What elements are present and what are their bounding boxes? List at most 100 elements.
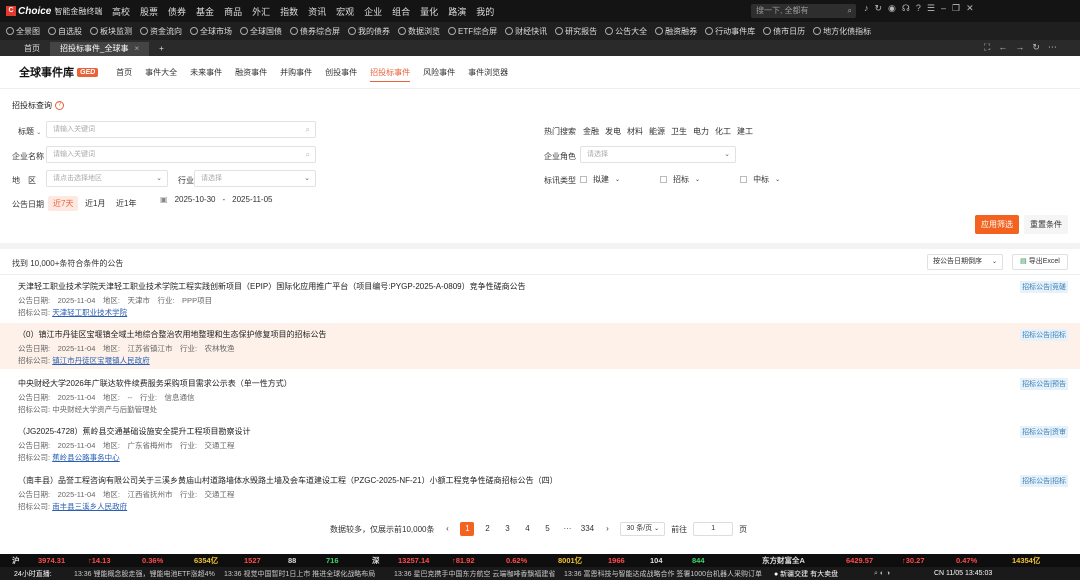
announcement-title[interactable]: （0）镇江市丹徒区宝堰镇全域土地综合整治农用地整理和生态保护修复项目的招标公告 [18,329,326,340]
next-page-button[interactable]: › [600,522,614,536]
back-icon[interactable]: ← [998,42,1007,53]
refresh-icon[interactable]: ↻ [875,3,883,14]
toolbar-item-my-bonds[interactable]: 我的债券 [348,26,390,37]
more-icon[interactable]: ⋯ [1048,42,1057,53]
help-icon[interactable]: ? [916,3,921,14]
party-link[interactable]: 蕉岭县公路事务中心 [52,453,120,462]
party-link[interactable]: 天津轻工职业技术学院 [52,308,127,317]
menu-item-quant[interactable]: 量化 [420,5,438,18]
list-item[interactable]: （0）镇江市丹徒区宝堰镇全域土地综合整治农用地整理和生态保护修复项目的招标公告 … [0,323,1080,369]
menu-item-indices[interactable]: 指数 [280,5,298,18]
page-button[interactable]: 4 [520,522,534,536]
announcement-title[interactable]: 中央财经大学2026年广联达软件续费服务采购项目需求公示表（单一性方式） [18,378,292,389]
menu-item-news[interactable]: 资讯 [308,5,326,18]
stock-index-label[interactable]: 东方财富全A [762,555,846,566]
industry-select[interactable]: 请选择 ⌄ [194,170,316,187]
tab-home[interactable]: 首页 [14,42,50,56]
toolbar-item-global-bonds[interactable]: 全球国债 [240,26,282,37]
subnav-future-events[interactable]: 未来事件 [190,56,222,89]
list-item[interactable]: 中央财经大学2026年广联达软件续费服务采购项目需求公示表（单一性方式） 公告日… [0,372,1080,418]
sh-label[interactable]: 沪 [12,555,38,566]
apply-filter-button[interactable]: 应用筛选 [975,215,1019,234]
news-item[interactable]: 13:36 富恩科技与智能达成战略合作 签署1000台机器人采购订单 [564,569,774,579]
menu-item-stocks[interactable]: 股票 [140,5,158,18]
menu-item-colleges[interactable]: 高校 [112,5,130,18]
minimize-icon[interactable]: – [941,3,946,14]
search-icon[interactable]: ⌕ [306,122,310,137]
settings-icon[interactable]: ☰ [927,3,935,14]
subnav-event-browser[interactable]: 事件浏览器 [468,56,508,89]
list-item[interactable]: （JG2025-4728）蕉岭县交通基础设施安全提升工程项目勘察设计 公告日期:… [0,420,1080,466]
toolbar-item-action-events[interactable]: 行动事件库 [705,26,755,37]
hot-item[interactable]: 卫生 [671,126,687,137]
date-from[interactable]: 2025-10-30 [175,195,216,204]
hot-item[interactable]: 化工 [715,126,731,137]
toolbar-item-announcements[interactable]: 公告大全 [605,26,647,37]
new-tab-button[interactable]: + [149,42,174,56]
hot-item[interactable]: 建工 [737,126,753,137]
toolbar-item-margin[interactable]: 融资融券 [655,26,697,37]
prev-page-button[interactable]: ‹ [440,522,454,536]
toolbar-item-global-market[interactable]: 全球市场 [190,26,232,37]
page-button-last[interactable]: 334 [580,522,594,536]
menu-item-bonds[interactable]: 债券 [168,5,186,18]
company-input[interactable]: 请输入关键词 ⌕ [46,146,316,163]
menu-item-commodities[interactable]: 商品 [224,5,242,18]
news-item[interactable]: 13:36 星巴克携手中国东方航空 云端咖啡香飘福建省 [394,569,564,579]
forward-icon[interactable]: → [1015,42,1024,53]
date-to[interactable]: 2025-11-05 [232,195,272,204]
reset-filter-button[interactable]: 重置条件 [1024,215,1068,234]
checkbox-awarded[interactable] [740,176,748,183]
checkbox-bidding[interactable] [660,176,668,183]
checkbox-proposed[interactable] [580,176,587,183]
toolbar-item-panorama[interactable]: 全景图 [6,26,40,37]
subnav-mna[interactable]: 并购事件 [280,56,312,89]
hot-item[interactable]: 金融 [583,126,599,137]
toolbar-item-fund-flow[interactable]: 资金流向 [140,26,182,37]
toolbar-item-sector-monitor[interactable]: 板块监测 [90,26,132,37]
announcement-title[interactable]: （南丰县）品誉工程咨询有限公司关于三溪乡黄庙山村道路墙体水毁路土墙及会车道建设工… [18,475,558,486]
date-pill-1y[interactable]: 近1年 [111,196,141,211]
subnav-home[interactable]: 首页 [116,56,132,89]
global-search-input[interactable]: 搜一下, 全都有 ⌕ [751,4,856,18]
bell-icon[interactable]: ♪ [864,3,869,14]
headset-icon[interactable]: ☊ [902,3,910,14]
news-alert[interactable]: ● 新疆交建 有大卖盘 [774,569,874,579]
list-item[interactable]: 天津轻工职业技术学院天津轻工职业技术学院工程实践创新项目（EPIP）国际化应用推… [0,275,1080,321]
toolbar-item-local-debt[interactable]: 地方化债指标 [813,26,871,37]
toolbar-item-flash-news[interactable]: 财经快讯 [505,26,547,37]
search-icon[interactable]: ⌕ [306,147,310,162]
keyword-input[interactable]: 请输入关键词 ⌕ [46,121,316,138]
region-select[interactable]: 请点击选择地区 ⌄ [46,170,168,187]
toolbar-item-watchlist[interactable]: 自选股 [48,26,82,37]
goto-page-input[interactable]: 1 [693,522,734,536]
page-button[interactable]: 2 [480,522,494,536]
page-button[interactable]: 3 [500,522,514,536]
fullscreen-icon[interactable]: ⛶ [984,42,990,53]
reload-icon[interactable]: ↻ [1032,42,1040,53]
subnav-tender[interactable]: 招投标事件 [370,56,411,89]
subnav-risk[interactable]: 风险事件 [423,56,455,89]
toolbar-item-bond-screen[interactable]: 债券综合屏 [290,26,340,37]
toolbar-item-bond-calendar[interactable]: 债市日历 [763,26,805,37]
menu-item-mine[interactable]: 我的 [476,5,494,18]
chevron-down-icon[interactable]: ⌄ [615,176,620,183]
toolbar-item-research[interactable]: 研究报告 [555,26,597,37]
menu-item-macro[interactable]: 宏观 [336,5,354,18]
sort-select[interactable]: 按公告日期倒序 ⌄ [927,254,1003,270]
page-size-select[interactable]: 30 条/页 ⌄ [620,522,666,536]
hot-item[interactable]: 电力 [693,126,709,137]
toolbar-item-etf-screen[interactable]: ETF综合屏 [448,26,497,37]
party-link[interactable]: 南丰县三溪乡人民政府 [52,502,127,511]
close-tab-icon[interactable]: × [134,42,139,56]
hot-item[interactable]: 材料 [627,126,643,137]
party-link[interactable]: 镇江市丹徒区宝堰镇人民政府 [52,356,150,365]
date-range-picker[interactable]: ▣ 2025-10-30 - 2025-11-05 [160,195,272,204]
chevron-down-icon[interactable]: ⌄ [775,176,780,183]
announcement-title[interactable]: （JG2025-4728）蕉岭县交通基础设施安全提升工程项目勘察设计 [18,426,250,437]
news-item[interactable]: 13:36 视觉中国暂时1日上市 推进全球化战略布局 [224,569,394,579]
user-icon[interactable]: ◉ [888,3,896,14]
hot-item[interactable]: 发电 [605,126,621,137]
subnav-all-events[interactable]: 事件大全 [145,56,177,89]
hot-item[interactable]: 能源 [649,126,665,137]
